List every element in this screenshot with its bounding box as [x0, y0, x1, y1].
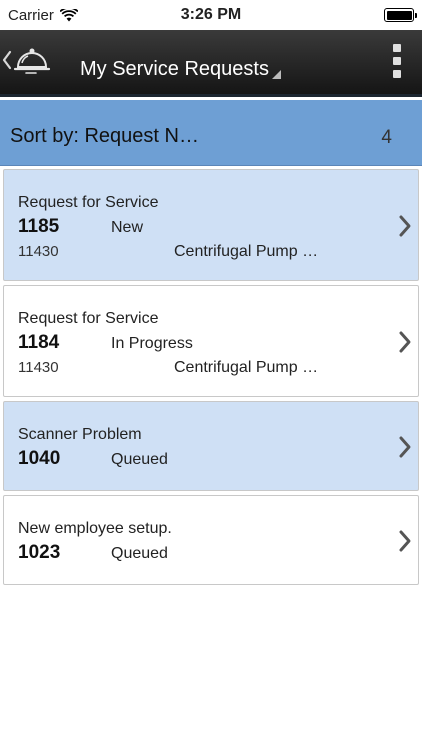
more-menu-button[interactable]	[390, 44, 404, 78]
request-status: Queued	[111, 545, 168, 562]
request-list: Request for Service 1185 New 11430 Centr…	[0, 166, 422, 750]
status-left: Carrier	[8, 7, 78, 24]
request-id: 1184	[18, 332, 60, 353]
request-sub-id: 11430	[18, 359, 59, 376]
request-id: 1023	[18, 542, 61, 563]
result-count: 4	[381, 127, 392, 148]
chevron-left-icon	[2, 50, 12, 70]
page-title-dropdown[interactable]: My Service Requests	[80, 58, 281, 81]
request-status: Queued	[111, 451, 168, 468]
chevron-right-icon	[399, 331, 411, 353]
request-sub-id: 11430	[18, 243, 59, 260]
battery-level	[386, 10, 412, 20]
list-item[interactable]: Request for Service 1185 New 11430 Centr…	[3, 169, 419, 281]
chevron-right-icon	[399, 215, 411, 237]
request-asset: Centrifugal Pump …	[174, 359, 319, 376]
nav-bar: My Service Requests	[0, 30, 422, 97]
list-item[interactable]: Scanner Problem 1040 Queued	[3, 401, 419, 491]
request-status: New	[111, 219, 144, 236]
request-status: In Progress	[111, 335, 193, 352]
request-title: Request for Service	[18, 310, 159, 327]
list-item[interactable]: New employee setup. 1023 Queued	[3, 495, 419, 585]
request-title: Scanner Problem	[18, 426, 142, 443]
request-id: 1040	[18, 448, 61, 469]
request-asset: Centrifugal Pump …	[174, 243, 319, 260]
request-id: 1185	[18, 216, 60, 237]
dropdown-caret-icon	[271, 70, 281, 79]
list-item[interactable]: Request for Service 1184 In Progress 114…	[3, 285, 419, 397]
back-button[interactable]	[2, 40, 58, 80]
status-bar: Carrier 3:26 PM	[0, 0, 422, 30]
sort-label: Sort by: Request N…	[10, 125, 199, 147]
more-vertical-icon-dot	[393, 57, 401, 65]
sort-bar[interactable]: Sort by: Request N… 4	[0, 100, 422, 166]
battery-icon	[384, 8, 417, 22]
more-vertical-icon-dot	[393, 70, 401, 78]
request-title: Request for Service	[18, 194, 159, 211]
chevron-right-icon	[399, 436, 411, 458]
wifi-icon	[59, 8, 78, 21]
chevron-right-icon	[399, 530, 411, 552]
service-bell-icon	[13, 48, 51, 74]
request-title: New employee setup.	[18, 520, 172, 537]
more-vertical-icon-dot	[393, 44, 401, 52]
carrier-label: Carrier	[8, 6, 54, 24]
page-title: My Service Requests	[80, 58, 269, 80]
